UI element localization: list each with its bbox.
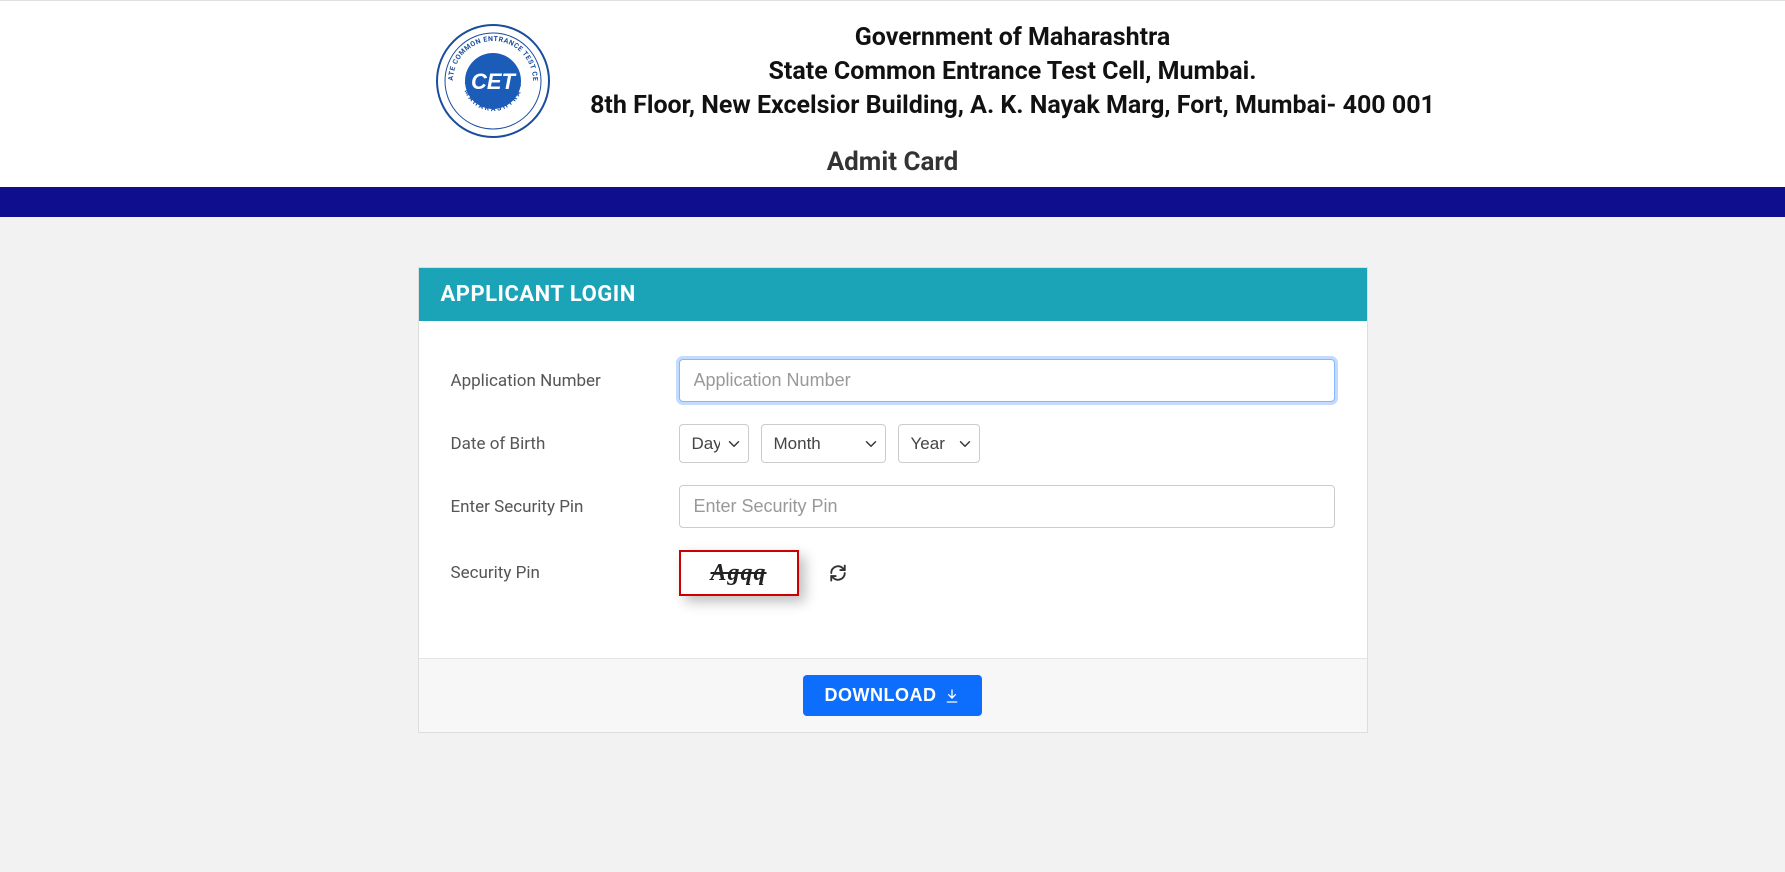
- captcha-image: Agqq: [679, 550, 799, 596]
- security-pin-input-row: Enter Security Pin: [451, 485, 1335, 528]
- security-pin-label: Security Pin: [451, 563, 679, 583]
- download-button[interactable]: DOWNLOAD: [803, 675, 983, 716]
- admit-card-heading: Admit Card: [233, 147, 1553, 177]
- security-pin-input[interactable]: [679, 485, 1335, 528]
- content-area: APPLICANT LOGIN Application Number Date …: [0, 217, 1785, 783]
- header-text-block: Government of Maharashtra State Common E…: [473, 21, 1553, 177]
- dob-month-select[interactable]: Month: [761, 424, 886, 463]
- header-line-1: Government of Maharashtra: [473, 21, 1553, 55]
- header-line-3: 8th Floor, New Excelsior Building, A. K.…: [473, 89, 1553, 123]
- nav-bar: [0, 187, 1785, 217]
- application-number-row: Application Number: [451, 359, 1335, 402]
- security-pin-input-label: Enter Security Pin: [451, 497, 679, 517]
- application-number-input[interactable]: [679, 359, 1335, 402]
- login-card: APPLICANT LOGIN Application Number Date …: [418, 267, 1368, 733]
- dob-row: Date of Birth Day Month Year: [451, 424, 1335, 463]
- card-body: Application Number Date of Birth Day Mon…: [419, 321, 1367, 658]
- page-header: STATE COMMON ENTRANCE TEST CELL • MAHARA…: [0, 0, 1785, 187]
- dob-day-select[interactable]: Day: [679, 424, 749, 463]
- application-number-label: Application Number: [451, 371, 679, 391]
- card-title: APPLICANT LOGIN: [419, 268, 1367, 321]
- security-pin-captcha-row: Security Pin Agqq: [451, 550, 1335, 596]
- card-footer: DOWNLOAD: [419, 658, 1367, 732]
- download-icon: [944, 688, 960, 704]
- dob-year-select[interactable]: Year: [898, 424, 980, 463]
- refresh-captcha-icon[interactable]: [829, 564, 847, 582]
- download-button-label: DOWNLOAD: [825, 685, 937, 706]
- dob-label: Date of Birth: [451, 434, 679, 454]
- header-line-2: State Common Entrance Test Cell, Mumbai.: [473, 55, 1553, 89]
